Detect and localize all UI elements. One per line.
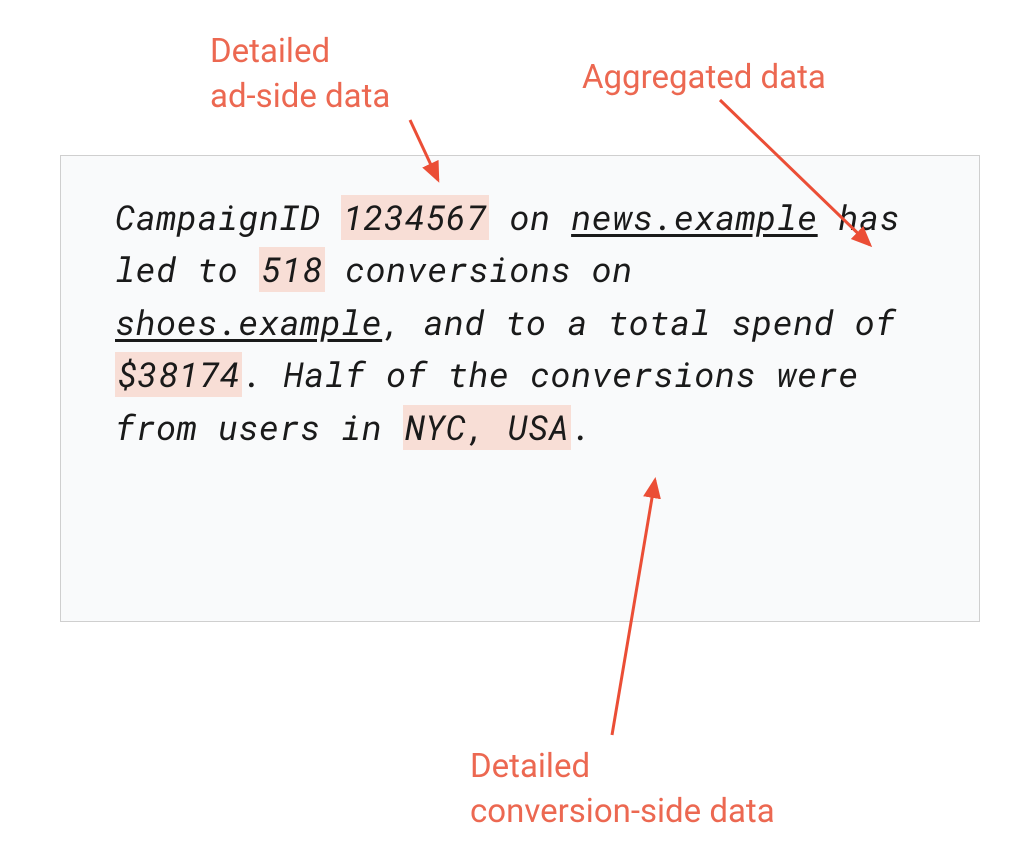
annotation-ad-side-line2: ad-side data <box>210 77 390 116</box>
highlight-spend: $38174 <box>115 352 242 397</box>
highlight-campaign-id: 1234567 <box>341 195 489 240</box>
link-news-site: news.example <box>571 195 818 240</box>
text-part2: on <box>489 195 571 240</box>
annotation-ad-side: Detailed ad-side data <box>210 30 390 119</box>
example-text: CampaignID 1234567 on news.example has l… <box>115 192 925 454</box>
annotation-aggregated: Aggregated data <box>582 58 826 97</box>
highlight-location: NYC, USA <box>403 405 571 450</box>
text-part4: conversions on <box>325 247 633 292</box>
text-part7: . <box>571 405 592 450</box>
text-part5: , and to a total spend of <box>382 300 896 345</box>
annotation-conversion-side: Detailed conversion-side data <box>470 745 775 834</box>
annotation-conversion-side-line1: Detailed <box>470 747 590 786</box>
highlight-conversions: 518 <box>259 247 325 292</box>
annotation-conversion-side-line2: conversion-side data <box>470 792 775 831</box>
link-shoes-site: shoes.example <box>115 300 382 345</box>
annotation-aggregated-text: Aggregated data <box>582 58 826 97</box>
annotation-ad-side-line1: Detailed <box>210 32 330 71</box>
example-content-box: CampaignID 1234567 on news.example has l… <box>60 155 980 622</box>
text-part1: CampaignID <box>115 195 341 240</box>
